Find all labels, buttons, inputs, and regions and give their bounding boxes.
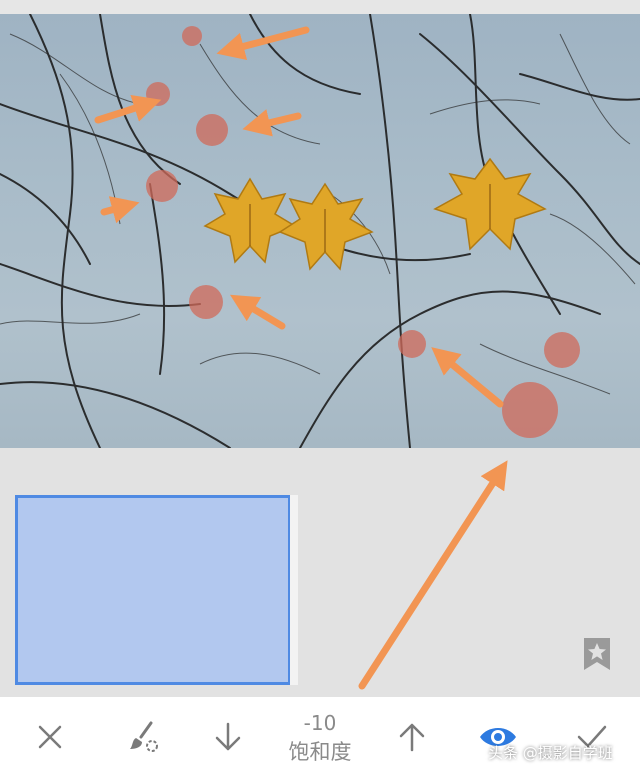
- edited-photo[interactable]: [0, 14, 640, 448]
- mask-preview-thumbnail[interactable]: [15, 495, 291, 685]
- adjustment-readout: -10 饱和度: [270, 711, 370, 767]
- watermark-text: 头条 @摄影自学班: [488, 744, 613, 762]
- arrow-down-icon[interactable]: [208, 717, 248, 757]
- adjustment-value: -10: [303, 711, 337, 735]
- close-icon[interactable]: [30, 717, 70, 757]
- bookmark-star-icon[interactable]: [584, 638, 610, 670]
- adjustment-label: 饱和度: [288, 740, 352, 764]
- preview-edge: [290, 495, 298, 685]
- annotation-arrow: [358, 460, 508, 690]
- top-strip: [0, 0, 640, 14]
- bottom-toolbar: -10 饱和度: [0, 697, 640, 778]
- brush-icon[interactable]: [124, 717, 164, 757]
- photo-canvas: [0, 14, 640, 448]
- arrow-up-icon[interactable]: [392, 717, 432, 757]
